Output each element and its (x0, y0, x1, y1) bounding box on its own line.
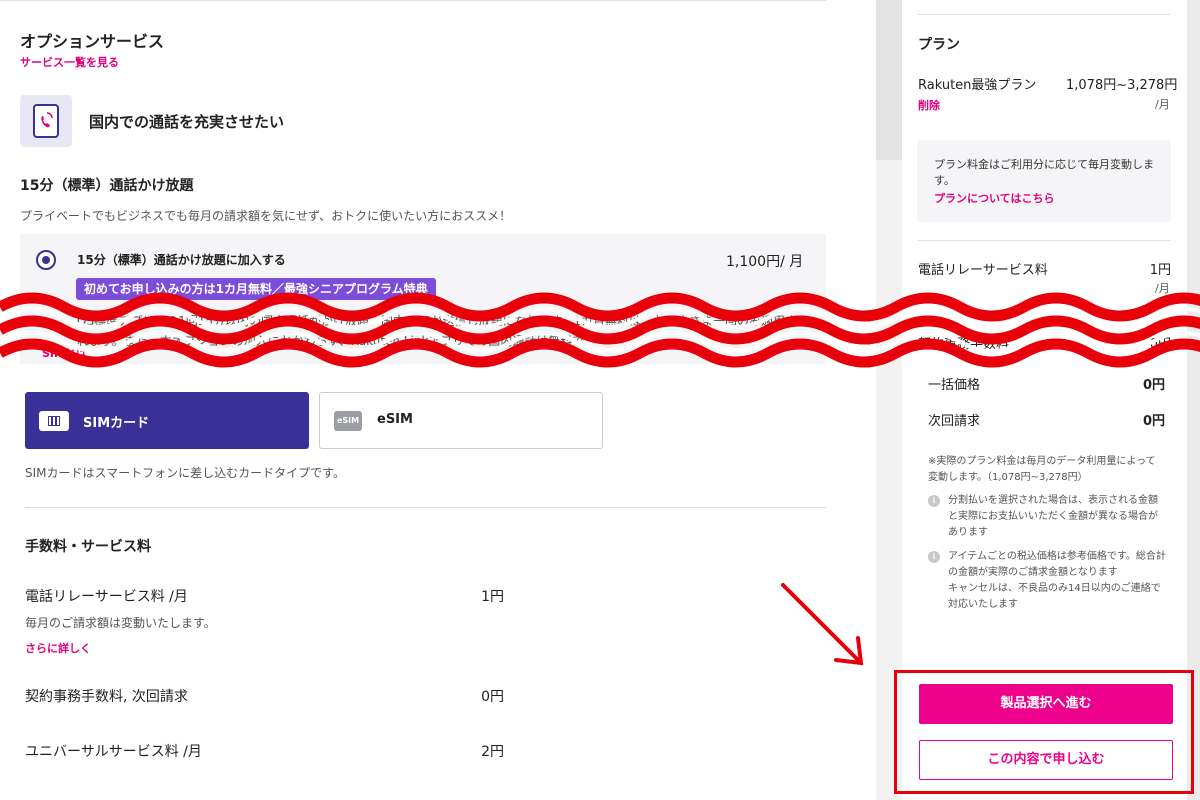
fee-label-relay: 電話リレーサービス料 /月 (25, 589, 188, 605)
sim-card-button[interactable]: SIMカード (25, 392, 309, 449)
service-list-link[interactable]: サービス一覧を見る (20, 54, 119, 70)
fee-label-universal: ユニバーサルサービス料 /月 (25, 744, 202, 760)
sim-card-label: SIMカード (83, 416, 150, 431)
plan-description: プライベートでもビジネスでも毎月の請求額を気にせず、おトクに使いたい方におススメ… (20, 209, 512, 223)
info-icon: i (928, 495, 940, 507)
plan-info-text: プラン料金はご利用分に応じて毎月変動します。 (934, 158, 1154, 187)
info-icon: i (928, 551, 940, 563)
plan-heading: プラン (918, 37, 960, 53)
relay-fee-value: 1円 (1149, 263, 1171, 278)
divider (25, 507, 826, 508)
option-service-title: オプションサービス (20, 32, 165, 51)
sim-card-icon (39, 411, 69, 431)
lump-sum-label: 一括価格 (928, 378, 981, 393)
divider (918, 240, 1171, 241)
plan-title: 15分（標準）通話かけ放題 (20, 178, 194, 194)
sim-info-link[interactable]: SIMとは (42, 345, 87, 361)
price-note: ※実際のプラン料金は毎月のデータ利用量によって変動します。（1,078円~3,2… (928, 456, 1156, 483)
next-billing-label: 次回請求 (928, 414, 981, 429)
esim-label: eSIM (377, 412, 413, 427)
fee-value-contract: 0円 (481, 689, 504, 705)
relay-fee-per-month: /月 (1155, 282, 1170, 295)
category-title: 国内での通話を充実させたい (89, 113, 285, 131)
relay-fee-label: 電話リレーサービス料 (918, 263, 1048, 278)
option-price: 1,100円/ 月 (726, 254, 804, 270)
divider (0, 0, 826, 1)
option-description: OS標準アプリでの1回15分以内の国内通話がかけ放題、国内SMSが送信し放題にな… (77, 314, 797, 348)
option-label[interactable]: 15分（標準）通話かけ放題に加入する (77, 251, 286, 268)
fee-label-contract: 契約事務手数料, 次回請求 (25, 689, 188, 705)
fee-value-relay: 1円 (481, 589, 504, 605)
more-details-link[interactable]: さらに詳しく (25, 640, 91, 656)
main-content: オプションサービス サービス一覧を見る 国内での通話を充実させたい 15分（標準… (0, 0, 876, 800)
esim-icon: eSIM (334, 411, 362, 431)
fee-value-universal: 2円 (481, 744, 504, 760)
lump-sum-value: 0円 (1142, 378, 1165, 393)
plan-per-month: /月 (1155, 98, 1170, 111)
info-bullet-text: 分割払いを選択された場合は、表示される金額と実際にお支払いいただく金額が異なる場… (948, 495, 1158, 538)
plan-info-box: プラン料金はご利用分に応じて毎月変動します。 プランについてはこちら (917, 140, 1171, 222)
delete-plan-link[interactable]: 削除 (918, 97, 940, 113)
esim-button[interactable]: eSIM eSIM (319, 392, 603, 449)
scroll-gutter (876, 0, 902, 160)
fee-sub-relay: 毎月のご請求額は変動いたします。 (25, 616, 216, 630)
plan-name: Rakuten最強プラン (918, 78, 1037, 93)
plan-info-link[interactable]: プランについてはこちら (934, 190, 1054, 206)
promo-badge: 初めてお申し込みの方は1カ月無料／最強シニアプログラム特典 (76, 278, 436, 300)
contract-fee-label: 契約事務手数料 (918, 337, 1010, 352)
contract-fee-value: 0円 (1149, 337, 1171, 352)
option-radio[interactable] (36, 250, 56, 270)
annotation-highlight-box (894, 670, 1194, 794)
phone-call-icon (20, 95, 72, 147)
plan-price: 1,078円~3,278円 (1066, 78, 1178, 93)
info-bullet-text: アイテムごとの税込価格は参考価格です。総合計の金額が実際のご請求金額となります … (948, 551, 1166, 610)
divider (918, 14, 1171, 15)
sim-note: SIMカードはスマートフォンに差し込むカードタイプです。 (25, 466, 345, 480)
next-billing-value: 0円 (1142, 414, 1165, 429)
fees-title: 手数料・サービス料 (25, 539, 151, 555)
